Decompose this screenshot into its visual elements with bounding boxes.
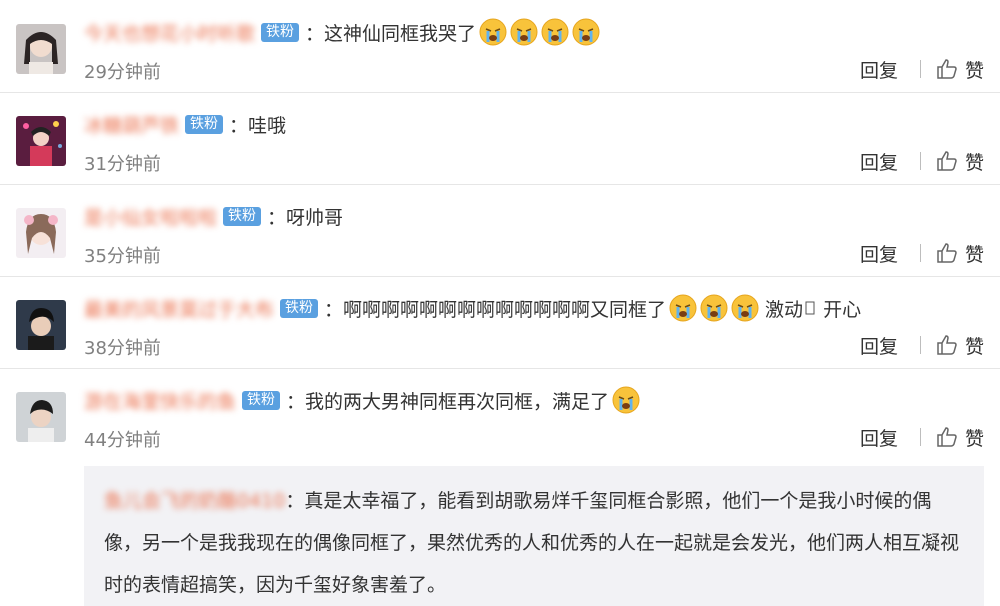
thumbs-up-icon[interactable] bbox=[935, 149, 959, 173]
missing-glyph-icon bbox=[805, 301, 815, 315]
comment-actions: 回复 赞 bbox=[860, 56, 984, 82]
comment-text: 哇哦 bbox=[248, 114, 287, 137]
username[interactable]: 是小仙女啦啦啦 bbox=[84, 203, 217, 230]
reply-button[interactable]: 回复 bbox=[860, 148, 898, 175]
comment-item: 冰糖葫芦铁 铁粉 ： 哇哦 31分钟前 回复 赞 bbox=[0, 92, 1000, 185]
comment-actions: 回复 赞 bbox=[860, 424, 984, 450]
divider bbox=[919, 152, 921, 170]
fan-badge[interactable]: 铁粉 bbox=[185, 114, 224, 134]
timestamp: 38分钟前 bbox=[84, 338, 161, 359]
reply-button[interactable]: 回复 bbox=[860, 56, 898, 83]
crying-face-icon bbox=[479, 18, 507, 46]
sub-reply-username[interactable]: 鱼儿会飞的奶酪0410 bbox=[104, 490, 285, 512]
comment-item: 今天也想花小时听歌 铁粉 ： 这神仙同框我哭了 29分钟前 回复 赞 bbox=[0, 0, 1000, 93]
like-button[interactable]: 赞 bbox=[965, 240, 984, 267]
divider bbox=[919, 60, 921, 78]
timestamp: 35分钟前 bbox=[84, 246, 161, 267]
crying-face-icon bbox=[700, 294, 728, 322]
comment-text: 啊啊啊啊啊啊啊啊啊啊啊啊啊又同框了 bbox=[343, 298, 667, 321]
username[interactable]: 最美的风景莫过于大布 bbox=[84, 295, 274, 322]
fan-badge[interactable]: 铁粉 bbox=[242, 390, 281, 410]
thumbs-up-icon[interactable] bbox=[935, 425, 959, 449]
username[interactable]: 游在海里快乐的鱼 bbox=[84, 387, 236, 414]
avatar[interactable] bbox=[16, 300, 66, 350]
crying-face-icon bbox=[612, 386, 640, 414]
avatar[interactable] bbox=[16, 116, 66, 166]
divider bbox=[919, 244, 921, 262]
comment-actions: 回复 赞 bbox=[860, 240, 984, 266]
like-button[interactable]: 赞 bbox=[965, 424, 984, 451]
reply-button[interactable]: 回复 bbox=[860, 240, 898, 267]
fan-badge[interactable]: 铁粉 bbox=[280, 298, 319, 318]
separator: ： bbox=[324, 298, 344, 321]
like-button[interactable]: 赞 bbox=[965, 148, 984, 175]
sub-reply: 鱼儿会飞的奶酪0410：真是太幸福了，能看到胡歌易烊千玺同框合影照，他们一个是我… bbox=[84, 466, 984, 606]
fan-badge[interactable]: 铁粉 bbox=[261, 22, 300, 42]
crying-face-icon bbox=[731, 294, 759, 322]
fan-badge[interactable]: 铁粉 bbox=[223, 206, 262, 226]
comment-actions: 回复 赞 bbox=[860, 332, 984, 358]
comment-text: 呀帅哥 bbox=[286, 206, 344, 229]
timestamp: 29分钟前 bbox=[84, 62, 161, 83]
like-button[interactable]: 赞 bbox=[965, 332, 984, 359]
comment-actions: 回复 赞 bbox=[860, 148, 984, 174]
comment-text: 我的两大男神同框再次同框，满足了 bbox=[305, 390, 610, 413]
comment-tail-text: 激动 bbox=[765, 298, 804, 321]
comment-item: 最美的风景莫过于大布 铁粉 ： 啊啊啊啊啊啊啊啊啊啊啊啊啊又同框了 激动 开心 … bbox=[0, 276, 1000, 369]
reply-button[interactable]: 回复 bbox=[860, 332, 898, 359]
timestamp: 31分钟前 bbox=[84, 154, 161, 175]
thumbs-up-icon[interactable] bbox=[935, 57, 959, 81]
reply-button[interactable]: 回复 bbox=[860, 424, 898, 451]
comment-item: 游在海里快乐的鱼 铁粉 ： 我的两大男神同框再次同框，满足了 44分钟前 回复 … bbox=[0, 368, 1000, 460]
thumbs-up-icon[interactable] bbox=[935, 333, 959, 357]
like-button[interactable]: 赞 bbox=[965, 56, 984, 83]
divider bbox=[919, 428, 921, 446]
thumbs-up-icon[interactable] bbox=[935, 241, 959, 265]
avatar[interactable] bbox=[16, 392, 66, 442]
separator: ： bbox=[267, 206, 287, 229]
comment-text: 这神仙同框我哭了 bbox=[324, 22, 477, 45]
username[interactable]: 今天也想花小时听歌 bbox=[84, 19, 255, 46]
avatar[interactable] bbox=[16, 208, 66, 258]
separator: ： bbox=[286, 390, 306, 413]
comment-item: 是小仙女啦啦啦 铁粉 ： 呀帅哥 35分钟前 回复 赞 bbox=[0, 184, 1000, 277]
separator: ： bbox=[229, 114, 249, 137]
avatar[interactable] bbox=[16, 24, 66, 74]
crying-face-icon bbox=[510, 18, 538, 46]
crying-face-icon bbox=[541, 18, 569, 46]
crying-face-icon bbox=[572, 18, 600, 46]
separator: ： bbox=[285, 490, 305, 512]
crying-face-icon bbox=[669, 294, 697, 322]
timestamp: 44分钟前 bbox=[84, 430, 161, 451]
username[interactable]: 冰糖葫芦铁 bbox=[84, 111, 179, 138]
separator: ： bbox=[305, 22, 325, 45]
divider bbox=[919, 336, 921, 354]
comment-tail-text-2: 开心 bbox=[823, 298, 862, 321]
